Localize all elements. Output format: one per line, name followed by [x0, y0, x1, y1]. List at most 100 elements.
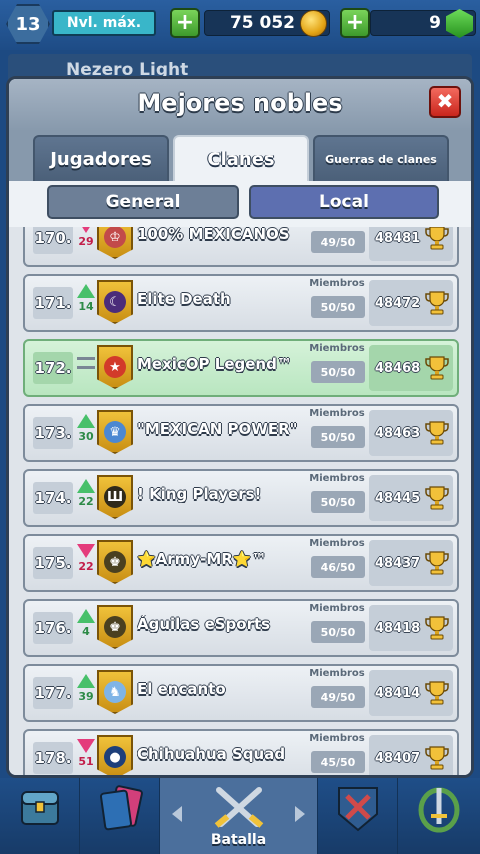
tab-bar: Jugadores Clanes Guerras de clanes — [9, 131, 471, 181]
level-badge[interactable]: 13 — [6, 4, 50, 44]
nav-shop[interactable] — [0, 778, 80, 854]
clan-row[interactable]: 170.29♔100% MEXICANOSMiembros49/5048481 — [23, 227, 459, 267]
trophy-icon — [425, 421, 449, 445]
members-count: 50/50 — [311, 296, 365, 318]
trophy-count: 48481 — [375, 230, 421, 246]
tab-clan-wars[interactable]: Guerras de clanes — [313, 135, 449, 181]
subtab-bar: General Local — [9, 181, 471, 227]
clan-badge-icon: ♚ — [97, 605, 133, 649]
clan-rank: 175. — [33, 547, 73, 579]
clan-badge-emblem-icon: ♚ — [104, 551, 126, 573]
rank-up-arrow-icon — [77, 414, 95, 428]
members-label: Miembros — [309, 278, 365, 289]
clan-row[interactable]: 176. 4 ♚ Águilas eSports Miembros 50/50 48418 — [23, 599, 459, 657]
rank-change-value: 51 — [78, 755, 94, 768]
clan-row[interactable]: 178. 51 ● Chihuahua Squad Miembros 45/50 48407 — [23, 729, 459, 775]
trophy-count: 48445 — [375, 490, 421, 506]
clan-badge-emblem-icon: Ш — [104, 486, 126, 508]
clan-trophies: 48437 — [369, 540, 453, 586]
clan-rank: 171. — [33, 287, 73, 319]
rank-change: 51 — [75, 737, 97, 775]
clan-name: 100% MEXICANOS — [137, 227, 290, 243]
rank-up-arrow-icon — [77, 674, 95, 688]
bottom-navigation: Batalla — [0, 778, 480, 854]
trophy-icon — [425, 291, 449, 315]
clan-row[interactable]: 172. ★ MexicOP Legend™ Miembros 50/50 48468 — [23, 339, 459, 397]
clan-badge-emblem-icon: ♚ — [104, 616, 126, 638]
nav-right-arrow-icon[interactable] — [295, 806, 305, 822]
gem-icon — [446, 9, 473, 38]
clan-shield-icon — [337, 787, 378, 832]
tab-players[interactable]: Jugadores — [33, 135, 169, 181]
clan-name: ⭐Army-MR⭐™ — [137, 550, 267, 568]
clan-badge-icon: ★ — [97, 345, 133, 389]
rank-change: 22 — [75, 542, 97, 582]
chest-icon — [20, 791, 59, 825]
subtab-local-label: Local — [319, 192, 369, 212]
clan-rank: 178. — [33, 742, 73, 774]
members-label: Miembros — [309, 668, 365, 679]
clan-badge-icon: ♔ — [97, 227, 133, 259]
trophy-icon — [425, 681, 449, 705]
members-count: 49/50 — [311, 231, 365, 253]
clan-ranking-list[interactable]: 170. 29 ♔ 100% MEXICANOS Miembros 49/50 48481 1… — [9, 227, 471, 775]
add-gold-button[interactable]: + — [170, 8, 200, 38]
close-button[interactable]: ✖ — [429, 86, 461, 118]
trophy-count: 48414 — [375, 685, 421, 701]
nav-cards[interactable] — [80, 778, 160, 854]
clan-trophies: 48463 — [369, 410, 453, 456]
rank-up-arrow-icon — [77, 609, 95, 623]
rank-change-value: 30 — [78, 430, 94, 443]
clan-name: Águilas eSports — [137, 615, 271, 633]
nav-clan[interactable] — [318, 778, 398, 854]
trophy-icon — [425, 227, 449, 250]
rank-change-value: 14 — [78, 300, 94, 313]
clan-badge-icon: ♞ — [97, 670, 133, 714]
nav-left-arrow-icon[interactable] — [172, 806, 182, 822]
tab-clan-wars-label: Guerras de clanes — [325, 152, 437, 166]
tab-clans[interactable]: Clanes — [173, 135, 309, 181]
rank-change: 22 — [75, 477, 97, 517]
clan-row[interactable]: 174. 22 Ш ! King Players! Miembros 50/50 48445 — [23, 469, 459, 527]
clan-row[interactable]: 173. 30 ♛ "MEXICAN POWER" Miembros 50/50 48463 — [23, 404, 459, 462]
clan-badge-emblem-icon: ♔ — [104, 227, 126, 248]
subtab-general[interactable]: General — [47, 185, 239, 219]
members-label: Miembros — [309, 603, 365, 614]
clan-name: El encanto — [137, 680, 226, 698]
clan-name: Elite Death — [137, 290, 231, 308]
clan-rank: 173. — [33, 417, 73, 449]
rank-change-value: 22 — [78, 560, 94, 573]
tab-players-label: Jugadores — [50, 148, 152, 170]
clan-badge-icon: Ш — [97, 475, 133, 519]
clan-badge-icon: ♛ — [97, 410, 133, 454]
rank-up-arrow-icon — [77, 284, 95, 298]
members-count: 50/50 — [311, 426, 365, 448]
rank-down-arrow-icon — [77, 739, 95, 753]
subtab-local[interactable]: Local — [249, 185, 439, 219]
add-gems-button[interactable]: + — [340, 8, 370, 38]
gold-amount: 75 052 — [229, 13, 295, 33]
nav-battle[interactable]: Batalla — [160, 778, 318, 854]
clan-badge-emblem-icon: ♞ — [104, 681, 126, 703]
cards-icon — [99, 785, 143, 831]
trophy-icon — [425, 746, 449, 770]
rank-change-value: 4 — [82, 625, 90, 638]
clan-row[interactable]: 171. 14 ☾ Elite Death Miembros 50/50 48472 — [23, 274, 459, 332]
crossed-swords-icon — [214, 787, 263, 828]
trophy-icon — [425, 616, 449, 640]
members-label: Miembros — [309, 538, 365, 549]
clan-row[interactable]: 177. 39 ♞ El encanto Miembros 49/50 48414 — [23, 664, 459, 722]
rank-down-arrow-icon — [77, 544, 95, 558]
clan-row[interactable]: 175. 22 ♚ ⭐Army-MR⭐™ Miembros 46/50 48437 — [23, 534, 459, 592]
clan-badge-icon: ☾ — [97, 280, 133, 324]
nav-tournaments[interactable] — [398, 778, 480, 854]
trophy-count: 48463 — [375, 425, 421, 441]
clan-badge-emblem-icon: ☾ — [104, 291, 126, 313]
clan-badge-emblem-icon: ● — [104, 746, 126, 768]
members-count: 49/50 — [311, 686, 365, 708]
rank-same-icon — [77, 357, 95, 369]
rank-change: 4 — [75, 607, 97, 647]
rank-change — [75, 347, 97, 387]
trophy-icon — [425, 551, 449, 575]
laurel-sword-icon — [418, 787, 460, 833]
